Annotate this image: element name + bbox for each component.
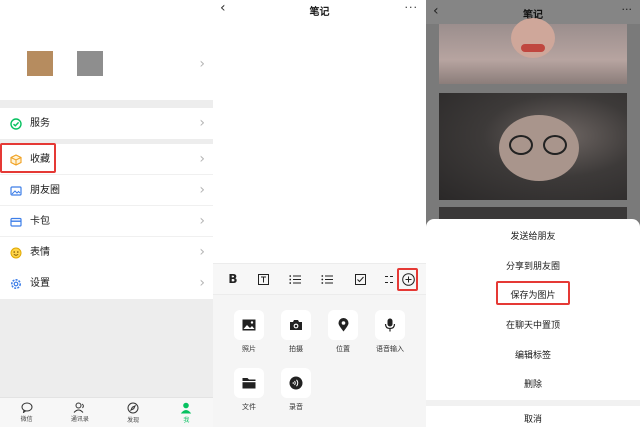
cancel-button[interactable]: 取消 [426,412,640,425]
insert-location-button[interactable]: 位置 [318,310,368,354]
card-wallet-icon [9,215,22,228]
tab-label: 我 [183,416,190,424]
share-to-moments-option[interactable]: 分享到朋友圈 [426,259,640,272]
insert-photo-button[interactable]: 照片 [224,310,274,354]
action-sheet: 发送给朋友 分享到朋友圈 保存为图片 在聊天中置顶 编辑标签 删除 取消 [426,219,640,427]
note-editor-screen: ‹ 笔记 ··· B 照片 拍摄 位置 语音输入 文件 录音 [213,0,426,427]
avatar[interactable] [27,51,53,76]
tab-contacts[interactable]: 通讯录 [53,398,106,427]
plus-highlight-box [397,268,418,291]
profile-header[interactable]: › [0,0,213,100]
menu-item-settings[interactable]: 设置 › [0,268,213,299]
chevron-right-icon: › [199,151,205,167]
me-screen: › 服务 › 收藏 › 朋友圈 › 卡包 › 表情 › 设置 › 微信 通讯录 … [0,0,213,427]
contacts-icon [74,402,85,413]
divider [426,400,640,406]
menu-item-label: 设置 [30,278,50,289]
menu-group-service: 服务 › [0,108,213,139]
tab-discover[interactable]: 发现 [107,398,160,427]
insert-option-label: 文件 [242,403,256,411]
insert-option-label: 语音输入 [376,345,404,353]
note-photo [439,18,627,84]
indent-icon[interactable] [382,272,396,286]
chevron-right-icon: › [199,213,205,229]
menu-item-stickers[interactable]: 表情 › [0,237,213,268]
insert-voice-input-button[interactable]: 语音输入 [365,310,415,354]
compass-icon [127,402,139,413]
menu-group-settings: 设置 › [0,268,213,299]
bullet-list-icon[interactable] [320,272,334,286]
text-box-icon[interactable] [256,272,270,286]
send-to-friend-option[interactable]: 发送给朋友 [426,229,640,242]
menu-item-moments[interactable]: 朋友圈 › [0,175,213,206]
tab-chats[interactable]: 微信 [0,398,53,427]
more-dots-icon[interactable]: ··· [405,1,419,14]
screenshot-composite: › 服务 › 收藏 › 朋友圈 › 卡包 › 表情 › 设置 › 微信 通讯录 … [0,0,640,427]
tab-me[interactable]: 我 [160,398,213,427]
microphone-icon [375,310,405,340]
chevron-right-icon: › [199,244,205,260]
lips-shape [521,44,545,52]
bold-icon[interactable]: B [226,272,240,286]
chevron-right-icon: › [199,182,205,198]
gear-icon [9,277,22,290]
glasses-lens [509,135,533,155]
profile-qr-placeholder [77,51,103,76]
insert-option-label: 照片 [242,345,256,353]
note-photo [439,93,627,200]
location-pin-icon [328,310,358,340]
menu-item-label: 表情 [30,247,50,258]
menu-item-label: 服务 [30,118,50,129]
insert-option-label: 录音 [289,403,303,411]
recording-icon [281,368,311,398]
tab-label: 微信 [20,416,33,423]
tab-label: 发现 [127,416,140,424]
menu-item-cards[interactable]: 卡包 › [0,206,213,237]
note-photo [439,207,627,219]
chevron-right-icon: › [199,275,205,291]
numbered-list-icon[interactable] [288,272,302,286]
page-title: 笔记 [309,7,330,18]
checkbox-icon[interactable] [353,272,367,286]
pin-in-chat-option[interactable]: 在聊天中置顶 [426,318,640,331]
format-toolbar: B [213,263,426,295]
insert-recording-button[interactable]: 录音 [271,368,321,412]
tab-label: 通讯录 [70,416,89,423]
insert-file-button[interactable]: 文件 [224,368,274,412]
insert-option-label: 位置 [336,345,350,353]
more-dots-icon[interactable]: ··· [622,3,633,16]
insert-panel: 照片 拍摄 位置 语音输入 文件 录音 [213,295,426,427]
save-as-image-highlight-box [496,281,570,305]
bottom-tab-bar: 微信 通讯录 发现 我 [0,397,213,427]
favorites-highlight-box [0,143,56,173]
photo-icon [234,310,264,340]
person-icon [181,402,192,413]
menu-item-label: 朋友圈 [30,185,60,196]
nav-bar: ‹ 笔记 ··· [213,0,426,20]
service-icon [9,117,22,130]
camera-icon [281,310,311,340]
insert-option-label: 拍摄 [289,345,303,353]
moments-photo-icon [9,184,22,197]
file-folder-icon [234,368,264,398]
glasses-lens [543,135,567,155]
emoji-icon [9,246,22,259]
insert-camera-button[interactable]: 拍摄 [271,310,321,354]
delete-option[interactable]: 删除 [426,377,640,390]
chevron-right-icon: › [199,56,205,72]
note-action-sheet-screen: ‹ 笔记 ··· 发送给朋友 分享到朋友圈 保存为图片 在聊天中置顶 编辑标签 … [426,0,640,427]
chat-bubble-icon [21,402,33,413]
menu-item-label: 卡包 [30,216,50,227]
chevron-right-icon: › [199,115,205,131]
menu-item-service[interactable]: 服务 › [0,108,213,139]
edit-tags-option[interactable]: 编辑标签 [426,348,640,361]
face-shape [511,18,555,58]
